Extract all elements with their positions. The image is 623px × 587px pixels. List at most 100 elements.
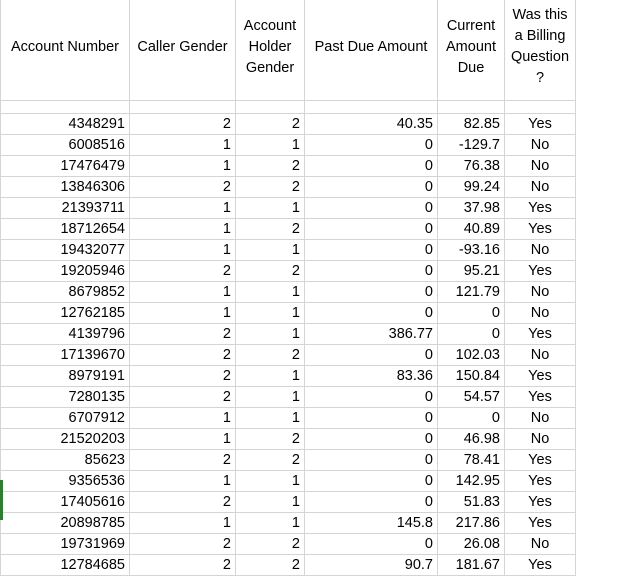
cell-past-due-amount[interactable]: 0 <box>304 281 438 303</box>
cell-past-due-amount[interactable]: 0 <box>304 155 438 177</box>
cell-account-number[interactable]: 4348291 <box>0 113 130 135</box>
cell-past-due-amount[interactable]: 0 <box>304 449 438 471</box>
cell-caller-gender[interactable]: 2 <box>129 113 236 135</box>
cell[interactable] <box>0 100 130 114</box>
header-current-amount-due[interactable]: Current Amount Due <box>437 0 505 101</box>
cell-caller-gender[interactable]: 2 <box>129 386 236 408</box>
cell-billing-question[interactable]: Yes <box>504 323 576 345</box>
cell-billing-question[interactable]: Yes <box>504 554 576 576</box>
cell-past-due-amount[interactable]: 0 <box>304 260 438 282</box>
cell-caller-gender[interactable]: 1 <box>129 470 236 492</box>
cell-caller-gender[interactable]: 2 <box>129 491 236 513</box>
cell-caller-gender[interactable]: 1 <box>129 428 236 450</box>
cell-caller-gender[interactable]: 1 <box>129 155 236 177</box>
cell-account-number[interactable]: 6707912 <box>0 407 130 429</box>
cell-account-number[interactable]: 19205946 <box>0 260 130 282</box>
cell-past-due-amount[interactable]: 0 <box>304 428 438 450</box>
cell-current-amount-due[interactable]: 51.83 <box>437 491 505 513</box>
cell-account-number[interactable]: 12762185 <box>0 302 130 324</box>
cell-past-due-amount[interactable]: 145.8 <box>304 512 438 534</box>
cell-caller-gender[interactable]: 1 <box>129 218 236 240</box>
cell-account-number[interactable]: 21520203 <box>0 428 130 450</box>
cell-caller-gender[interactable]: 1 <box>129 134 236 156</box>
cell-current-amount-due[interactable]: 95.21 <box>437 260 505 282</box>
cell-billing-question[interactable]: No <box>504 428 576 450</box>
cell-account-holder-gender[interactable]: 1 <box>235 323 305 345</box>
cell-account-holder-gender[interactable]: 2 <box>235 260 305 282</box>
cell-billing-question[interactable]: Yes <box>504 113 576 135</box>
cell-current-amount-due[interactable]: 76.38 <box>437 155 505 177</box>
cell-billing-question[interactable]: No <box>504 302 576 324</box>
cell-caller-gender[interactable]: 2 <box>129 449 236 471</box>
cell-account-holder-gender[interactable]: 1 <box>235 365 305 387</box>
header-caller-gender[interactable]: Caller Gender <box>129 0 236 101</box>
cell-account-holder-gender[interactable]: 1 <box>235 491 305 513</box>
cell-account-number[interactable]: 6008516 <box>0 134 130 156</box>
cell-account-number[interactable]: 8979191 <box>0 365 130 387</box>
cell-account-holder-gender[interactable]: 1 <box>235 239 305 261</box>
cell-account-number[interactable]: 85623 <box>0 449 130 471</box>
cell-billing-question[interactable]: Yes <box>504 260 576 282</box>
cell-past-due-amount[interactable]: 40.35 <box>304 113 438 135</box>
cell-current-amount-due[interactable]: 150.84 <box>437 365 505 387</box>
cell-account-number[interactable]: 9356536 <box>0 470 130 492</box>
cell[interactable] <box>129 100 236 114</box>
cell-current-amount-due[interactable]: 102.03 <box>437 344 505 366</box>
cell[interactable] <box>235 100 305 114</box>
cell-account-holder-gender[interactable]: 2 <box>235 218 305 240</box>
cell-past-due-amount[interactable]: 83.36 <box>304 365 438 387</box>
cell-account-number[interactable]: 20898785 <box>0 512 130 534</box>
cell-account-number[interactable]: 13846306 <box>0 176 130 198</box>
cell-caller-gender[interactable]: 2 <box>129 176 236 198</box>
cell-account-holder-gender[interactable]: 1 <box>235 386 305 408</box>
cell-account-holder-gender[interactable]: 2 <box>235 344 305 366</box>
header-account-holder-gender[interactable]: Account Holder Gender <box>235 0 305 101</box>
cell-caller-gender[interactable]: 1 <box>129 302 236 324</box>
cell-current-amount-due[interactable]: -93.16 <box>437 239 505 261</box>
cell-billing-question[interactable]: No <box>504 176 576 198</box>
cell-past-due-amount[interactable]: 0 <box>304 176 438 198</box>
cell-account-number[interactable]: 12784685 <box>0 554 130 576</box>
cell-caller-gender[interactable]: 2 <box>129 554 236 576</box>
cell-current-amount-due[interactable]: 40.89 <box>437 218 505 240</box>
cell-account-holder-gender[interactable]: 1 <box>235 197 305 219</box>
cell-caller-gender[interactable]: 1 <box>129 239 236 261</box>
cell-current-amount-due[interactable]: 99.24 <box>437 176 505 198</box>
cell-current-amount-due[interactable]: 0 <box>437 323 505 345</box>
cell-past-due-amount[interactable]: 0 <box>304 134 438 156</box>
cell-billing-question[interactable]: No <box>504 281 576 303</box>
cell-past-due-amount[interactable]: 0 <box>304 470 438 492</box>
cell-caller-gender[interactable]: 2 <box>129 344 236 366</box>
cell-caller-gender[interactable]: 2 <box>129 260 236 282</box>
header-billing-question[interactable]: Was this a Billing Question ? <box>504 0 576 101</box>
cell-account-number[interactable]: 21393711 <box>0 197 130 219</box>
cell-billing-question[interactable]: Yes <box>504 197 576 219</box>
cell[interactable] <box>304 100 438 114</box>
cell-past-due-amount[interactable]: 0 <box>304 344 438 366</box>
cell-billing-question[interactable]: No <box>504 239 576 261</box>
cell-past-due-amount[interactable]: 0 <box>304 386 438 408</box>
cell-current-amount-due[interactable]: 181.67 <box>437 554 505 576</box>
cell-billing-question[interactable]: Yes <box>504 512 576 534</box>
cell-caller-gender[interactable]: 1 <box>129 197 236 219</box>
header-account-number[interactable]: Account Number <box>0 0 130 101</box>
cell-billing-question[interactable]: Yes <box>504 491 576 513</box>
cell-account-number[interactable]: 7280135 <box>0 386 130 408</box>
cell-account-number[interactable]: 17476479 <box>0 155 130 177</box>
cell-account-number[interactable]: 18712654 <box>0 218 130 240</box>
cell-billing-question[interactable]: Yes <box>504 218 576 240</box>
cell-current-amount-due[interactable]: 46.98 <box>437 428 505 450</box>
cell-account-holder-gender[interactable]: 2 <box>235 155 305 177</box>
cell-account-holder-gender[interactable]: 2 <box>235 176 305 198</box>
cell-current-amount-due[interactable]: 0 <box>437 302 505 324</box>
cell-past-due-amount[interactable]: 0 <box>304 407 438 429</box>
cell-past-due-amount[interactable]: 0 <box>304 218 438 240</box>
cell-account-number[interactable]: 19432077 <box>0 239 130 261</box>
cell-billing-question[interactable]: Yes <box>504 365 576 387</box>
cell-account-holder-gender[interactable]: 1 <box>235 407 305 429</box>
cell-current-amount-due[interactable]: 54.57 <box>437 386 505 408</box>
cell-account-number[interactable]: 17405616 <box>0 491 130 513</box>
cell-current-amount-due[interactable]: 217.86 <box>437 512 505 534</box>
cell-account-number[interactable]: 19731969 <box>0 533 130 555</box>
cell-account-number[interactable]: 8679852 <box>0 281 130 303</box>
